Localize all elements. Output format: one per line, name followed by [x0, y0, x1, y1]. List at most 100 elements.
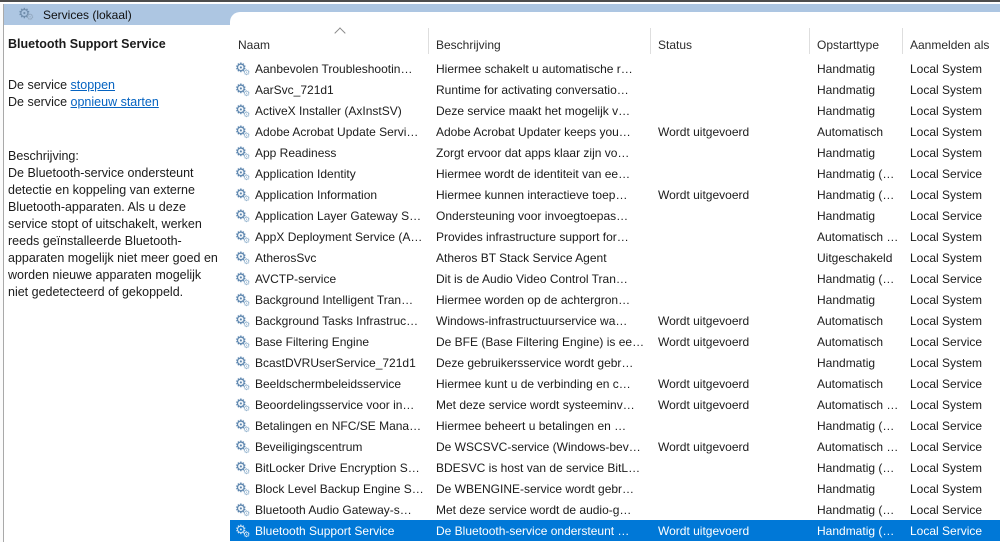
column-header-naam[interactable]: Naam: [230, 12, 429, 58]
service-gear-icon: ⚙ ⚙: [235, 459, 251, 476]
service-gear-icon: ⚙ ⚙: [235, 207, 251, 224]
column-header-opstarttype[interactable]: Opstarttype: [810, 12, 903, 58]
service-description-cell: Runtime for activating conversatio…: [436, 82, 629, 97]
service-name: App Readiness: [255, 145, 337, 160]
service-startup-type-cell: Automatisch: [817, 313, 884, 328]
service-startup-type-cell: Automatisch …: [817, 397, 899, 412]
service-description-cell: Met deze service wordt systeeminv…: [436, 397, 635, 412]
service-row[interactable]: ⚙ ⚙ Application Identity Hiermee wordt de…: [230, 163, 1000, 184]
service-logon-as-cell: Local Service: [910, 208, 983, 223]
service-row[interactable]: ⚙ ⚙ BcastDVRUserService_721d1 Deze gebrui…: [230, 352, 1000, 373]
service-startup-type-cell: Automatisch …: [817, 439, 899, 454]
service-row[interactable]: ⚙ ⚙ Bluetooth Support Service De Bluetoot…: [230, 520, 1000, 541]
column-label: Naam: [238, 38, 271, 52]
service-description-cell: Provides infrastructure support for…: [436, 229, 629, 244]
service-description-cell: Hiermee kunt u de verbinding en c…: [436, 376, 631, 391]
service-row[interactable]: ⚙ ⚙ Application Information Hiermee kunne…: [230, 184, 1000, 205]
service-row[interactable]: ⚙ ⚙ BitLocker Drive Encryption S… BDESVC …: [230, 457, 1000, 478]
service-logon-as-cell: Local System: [910, 313, 983, 328]
service-startup-type-cell: Handmatig: [817, 355, 876, 370]
service-description-block: Beschrijving: De Bluetooth-service onder…: [8, 148, 222, 301]
service-logon-as-cell: Local System: [910, 187, 983, 202]
service-row[interactable]: ⚙ ⚙ Application Layer Gateway S… Onderste…: [230, 205, 1000, 226]
service-row[interactable]: ⚙ ⚙ Bluetooth Audio Gateway-s… Met deze s…: [230, 499, 1000, 520]
service-name: Beveiligingscentrum: [255, 439, 363, 454]
column-header-beschrijving[interactable]: Beschrijving: [429, 12, 651, 58]
service-gear-icon: ⚙ ⚙: [235, 60, 251, 77]
service-gear-icon: ⚙ ⚙: [235, 249, 251, 266]
service-row[interactable]: ⚙ ⚙ Beoordelingsservice voor in… Met deze…: [230, 394, 1000, 415]
service-row[interactable]: ⚙ ⚙ ActiveX Installer (AxInstSV) Deze ser…: [230, 100, 1000, 121]
service-gear-icon: ⚙ ⚙: [235, 291, 251, 308]
service-gear-icon: ⚙ ⚙: [235, 186, 251, 203]
column-header-aanmelden-als[interactable]: Aanmelden als: [903, 12, 1000, 58]
service-startup-type-cell: Automatisch: [817, 376, 884, 391]
service-row[interactable]: ⚙ ⚙ Background Intelligent Tran… Hiermee …: [230, 289, 1000, 310]
service-row[interactable]: ⚙ ⚙ Adobe Acrobat Update Servi… Adobe Acr…: [230, 121, 1000, 142]
service-row[interactable]: ⚙ ⚙ Betalingen en NFC/SE Mana… Hiermee be…: [230, 415, 1000, 436]
service-row[interactable]: ⚙ ⚙ Aanbevolen Troubleshootin… Hiermee sc…: [230, 58, 1000, 79]
column-header-status[interactable]: Status: [651, 12, 810, 58]
service-row[interactable]: ⚙ ⚙ Background Tasks Infrastruc… Windows-…: [230, 310, 1000, 331]
service-description-cell: Dit is de Audio Video Control Tran…: [436, 271, 628, 286]
service-gear-icon: ⚙ ⚙: [235, 396, 251, 413]
service-logon-as-cell: Local Service: [910, 376, 983, 391]
service-row[interactable]: ⚙ ⚙ AtherosSvc Atheros BT Stack Service A…: [230, 247, 1000, 268]
service-name: AVCTP-service: [255, 271, 337, 286]
service-logon-as-cell: Local System: [910, 82, 983, 97]
service-logon-as-cell: Local System: [910, 355, 983, 370]
service-description-cell: Zorgt ervoor dat apps klaar zijn vo…: [436, 145, 630, 160]
service-logon-as-cell: Local System: [910, 460, 983, 475]
service-startup-type-cell: Handmatig (…: [817, 523, 895, 538]
service-logon-as-cell: Local Service: [910, 166, 983, 181]
service-status-cell: Wordt uitgevoerd: [658, 313, 750, 328]
stop-service-link[interactable]: stoppen: [71, 78, 115, 92]
service-row[interactable]: ⚙ ⚙ App Readiness Zorgt ervoor dat apps k…: [230, 142, 1000, 163]
service-startup-type-cell: Handmatig: [817, 61, 876, 76]
service-row[interactable]: ⚙ ⚙ Block Level Backup Engine S… De WBENG…: [230, 478, 1000, 499]
service-gear-icon: ⚙ ⚙: [235, 270, 251, 287]
service-startup-type-cell: Handmatig (…: [817, 166, 895, 181]
service-status-cell: Wordt uitgevoerd: [658, 397, 750, 412]
service-row[interactable]: ⚙ ⚙ Base Filtering Engine De BFE (Base Fi…: [230, 331, 1000, 352]
service-description-cell: De WSCSVC-service (Windows-bev…: [436, 439, 641, 454]
service-row[interactable]: ⚙ ⚙ Beveiligingscentrum De WSCSVC-service…: [230, 436, 1000, 457]
service-description-cell: Deze service maakt het mogelijk v…: [436, 103, 631, 118]
service-startup-type-cell: Automatisch: [817, 334, 884, 349]
service-row[interactable]: ⚙ ⚙ Beeldschermbeleidsservice Hiermee kun…: [230, 373, 1000, 394]
service-gear-icon: ⚙ ⚙: [235, 522, 251, 539]
stop-service-action: De service stoppen: [8, 77, 222, 94]
service-description-cell: Hiermee schakelt u automatische r…: [436, 61, 633, 76]
service-name: AarSvc_721d1: [255, 82, 334, 97]
service-gear-icon: ⚙ ⚙: [235, 312, 251, 329]
service-gear-icon: ⚙ ⚙: [235, 228, 251, 245]
service-description-cell: Windows-infrastructuurservice wa…: [436, 313, 628, 328]
restart-service-link[interactable]: opnieuw starten: [71, 95, 159, 109]
service-row[interactable]: ⚙ ⚙ AppX Deployment Service (A… Provides …: [230, 226, 1000, 247]
service-name: Adobe Acrobat Update Servi…: [255, 124, 419, 139]
service-name: Bluetooth Support Service: [255, 523, 395, 538]
service-name: Base Filtering Engine: [255, 334, 370, 349]
service-row[interactable]: ⚙ ⚙ AVCTP-service Dit is de Audio Video C…: [230, 268, 1000, 289]
service-logon-as-cell: Local System: [910, 250, 983, 265]
service-logon-as-cell: Local Service: [910, 418, 983, 433]
column-label: Beschrijving: [436, 38, 501, 52]
service-row[interactable]: ⚙ ⚙ AarSvc_721d1 Runtime for activating c…: [230, 79, 1000, 100]
list-column-headers: Naam Beschrijving Status Opstarttype Aan…: [230, 12, 1000, 58]
service-name: Beeldschermbeleidsservice: [255, 376, 402, 391]
service-startup-type-cell: Uitgeschakeld: [817, 250, 893, 265]
service-name: Background Tasks Infrastruc…: [255, 313, 419, 328]
selected-service-title: Bluetooth Support Service: [8, 37, 166, 51]
service-description-cell: Met deze service wordt de audio-g…: [436, 502, 632, 517]
service-logon-as-cell: Local System: [910, 481, 983, 496]
service-gear-icon: ⚙ ⚙: [235, 81, 251, 98]
service-gear-icon: ⚙ ⚙: [235, 144, 251, 161]
service-logon-as-cell: Local System: [910, 397, 983, 412]
service-status-cell: Wordt uitgevoerd: [658, 523, 750, 538]
service-name: Application Information: [255, 187, 378, 202]
service-description-cell: Hiermee beheert u betalingen en …: [436, 418, 627, 433]
service-description-cell: De WBENGINE-service wordt gebr…: [436, 481, 635, 496]
stop-prefix-text: De service: [8, 78, 71, 92]
service-name: Beoordelingsservice voor in…: [255, 397, 415, 412]
service-logon-as-cell: Local Service: [910, 523, 983, 538]
